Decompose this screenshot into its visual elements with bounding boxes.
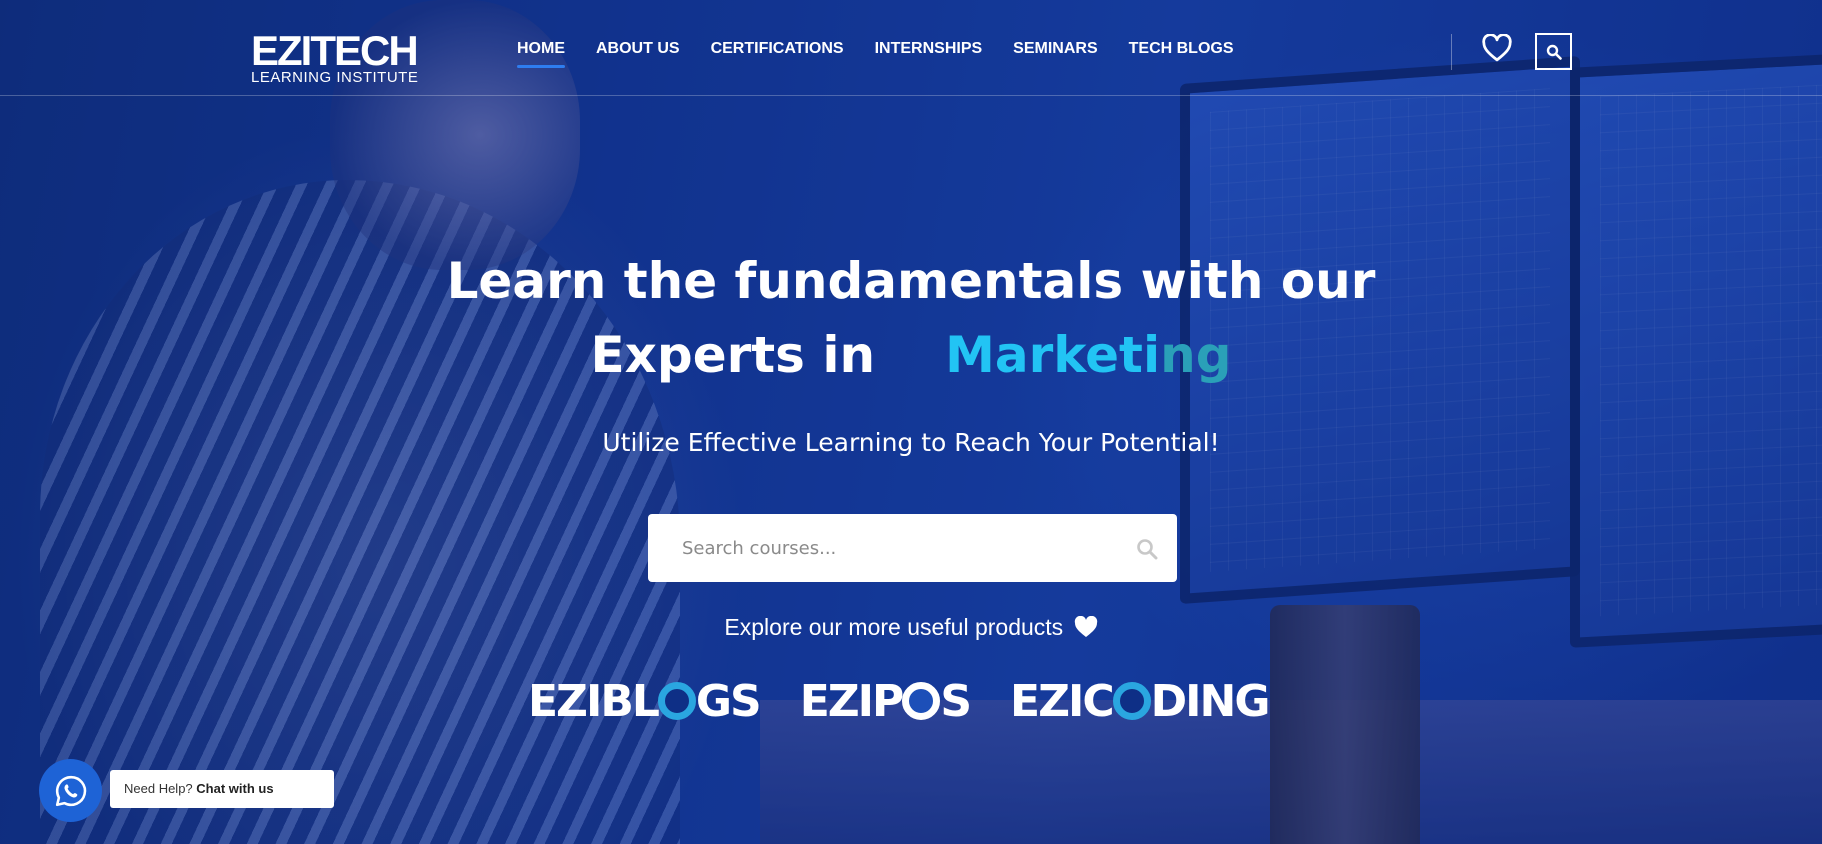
nav-about-us[interactable]: ABOUT US [596,40,680,58]
nav-certifications[interactable]: CERTIFICATIONS [711,40,844,58]
nav-tech-blogs[interactable]: TECH BLOGS [1129,40,1234,58]
hero-title-accent: Marketing [945,326,1231,384]
hero-accent-fade-text: ng [1160,326,1232,384]
code-ring-icon [1112,682,1151,720]
product-ezicoding[interactable]: EZIC DING [1010,676,1271,727]
hero-title-line2: Experts in Marketing [0,318,1822,393]
course-search-box [648,514,1177,582]
header-search-button[interactable] [1535,33,1572,70]
chat-help-bubble[interactable]: Need Help? Chat with us [110,770,334,808]
product-logo-text: GS [695,676,762,727]
whatsapp-icon [55,775,86,806]
explore-products-text: Explore our more useful products [0,614,1822,641]
product-logo-text: EZIBL [528,676,660,727]
product-logos: EZIBL GS EZIP S EZIC DING [528,676,1308,727]
main-nav: HOME ABOUT US CERTIFICATIONS INTERNSHIPS… [517,40,1265,68]
logo-wordmark: EZITECH [251,27,419,74]
chat-action: Chat with us [196,781,274,796]
hero-title-line1: Learn the fundamentals with our [446,252,1376,310]
logo-ring-icon [657,682,696,720]
product-logo-text: S [940,676,972,727]
search-icon[interactable] [1136,538,1158,560]
heart-icon [1074,616,1097,637]
product-logo-text: EZIP [799,676,905,727]
nav-internships[interactable]: INTERNSHIPS [875,40,983,58]
nav-seminars[interactable]: SEMINARS [1013,40,1097,58]
heart-icon [1482,33,1512,62]
wishlist-button[interactable] [1482,33,1512,62]
course-search-input[interactable] [648,514,1108,582]
product-logo-text: EZIC [1010,676,1115,727]
monitor-ring-icon [902,682,941,720]
explore-label: Explore our more useful products [724,614,1064,640]
nav-home[interactable]: HOME [517,40,565,68]
search-icon [1546,44,1562,60]
hero-subtitle: Utilize Effective Learning to Reach Your… [602,428,1220,457]
header-divider [1451,34,1452,70]
site-header: EZITECH LEARNING INSTITUTE HOME ABOUT US… [0,0,1822,96]
hero-title-prefix: Experts in [590,326,876,384]
product-logo-text: DING [1150,676,1271,727]
product-eziblogs[interactable]: EZIBL GS [528,676,762,727]
product-ezipos[interactable]: EZIP S [799,676,972,727]
chat-prefix: Need Help? [124,781,193,796]
logo-tagline: LEARNING INSTITUTE [251,69,419,86]
hero-accent-text: Marketi [945,326,1161,384]
site-logo[interactable]: EZITECH LEARNING INSTITUTE [251,27,419,86]
whatsapp-chat-button[interactable] [39,759,102,822]
